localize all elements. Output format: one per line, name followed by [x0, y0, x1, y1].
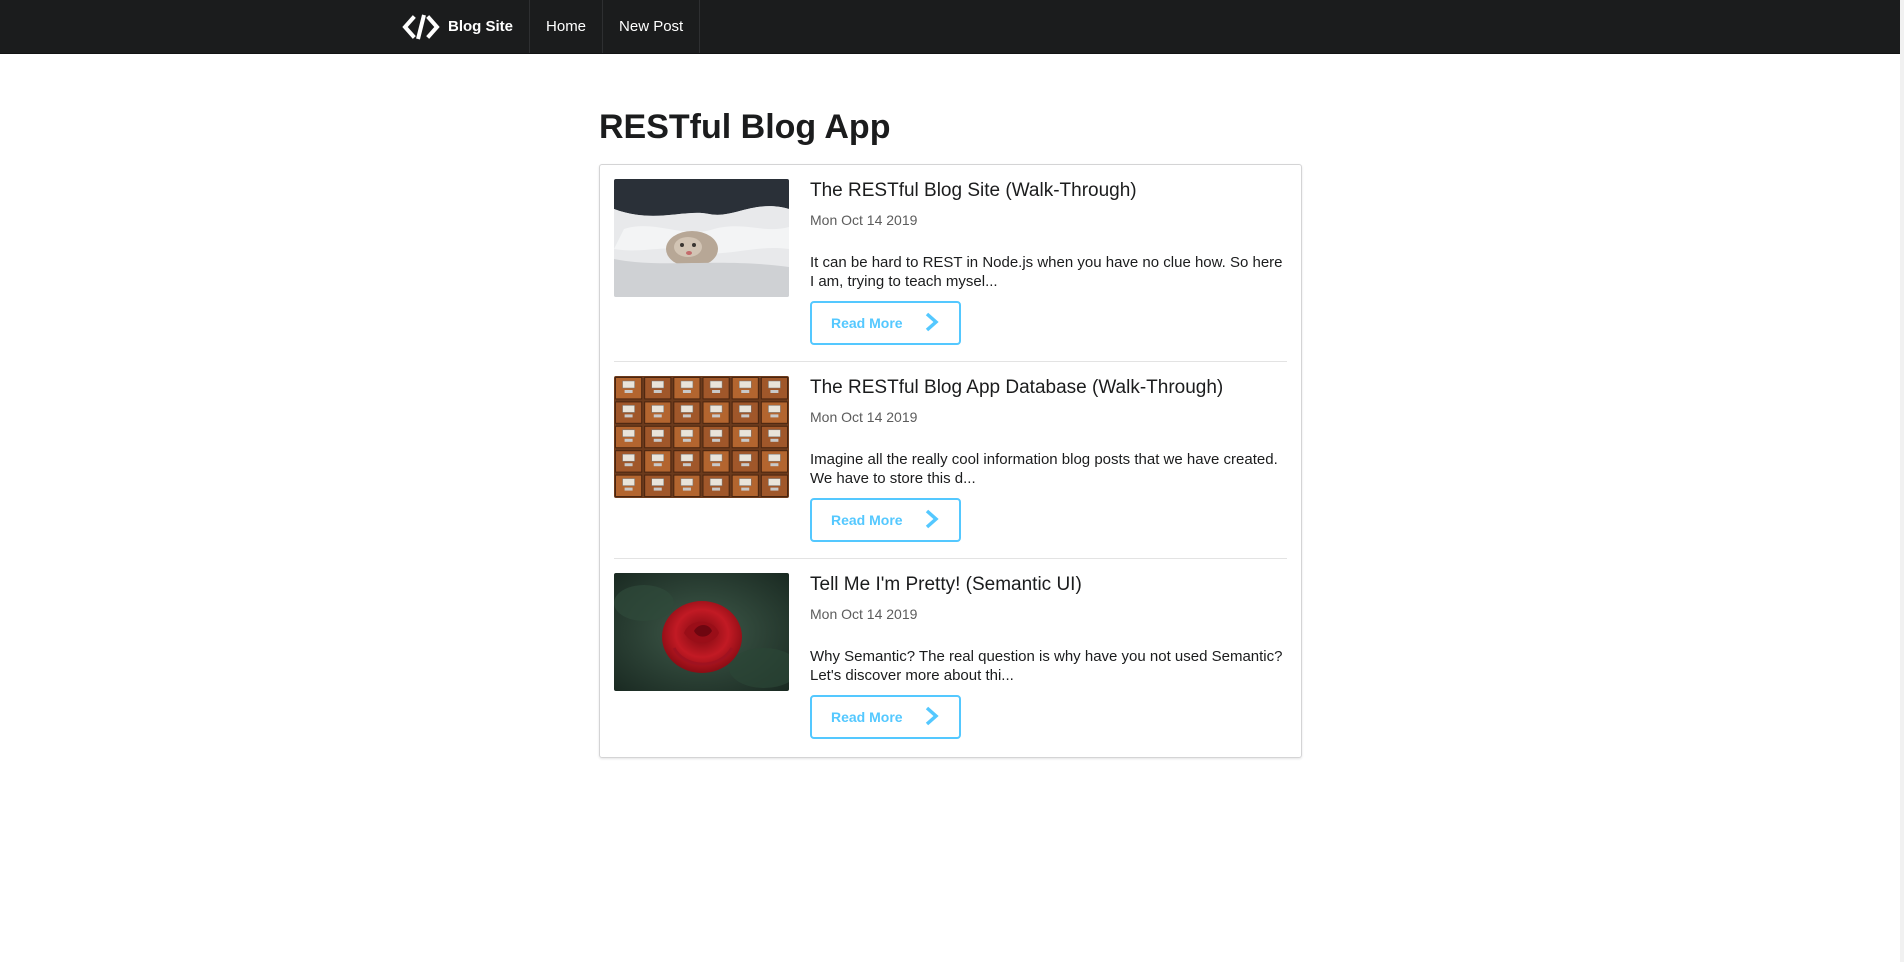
post-content: The RESTful Blog Site (Walk-Through) Mon…: [810, 179, 1287, 345]
post-excerpt: Imagine all the really cool information …: [810, 451, 1278, 487]
read-more-label: Read More: [831, 315, 903, 331]
post-item: Tell Me I'm Pretty! (Semantic UI) Mon Oc…: [614, 573, 1287, 753]
post-title[interactable]: Tell Me I'm Pretty! (Semantic UI): [810, 573, 1287, 597]
read-more-button[interactable]: Read More: [810, 301, 961, 345]
read-more-button[interactable]: Read More: [810, 695, 961, 739]
nav-home[interactable]: Home: [530, 0, 604, 53]
read-more-label: Read More: [831, 512, 903, 528]
post-image-drawers: [614, 376, 789, 498]
post-content: The RESTful Blog App Database (Walk-Thro…: [810, 376, 1287, 542]
posts-segment: The RESTful Blog Site (Walk-Through) Mon…: [599, 164, 1302, 758]
post-item: The RESTful Blog Site (Walk-Through) Mon…: [614, 179, 1287, 362]
page-title: RESTful Blog App: [599, 108, 891, 146]
nav-new-post[interactable]: New Post: [603, 0, 701, 53]
top-menu: Blog Site Home New Post: [0, 0, 1900, 54]
post-item: The RESTful Blog App Database (Walk-Thro…: [614, 376, 1287, 559]
read-more-button[interactable]: Read More: [810, 498, 961, 542]
post-date: Mon Oct 14 2019: [810, 212, 918, 228]
scrollbar[interactable]: [1900, 0, 1904, 962]
code-icon: [402, 14, 440, 39]
post-excerpt: It can be hard to REST in Node.js when y…: [810, 254, 1283, 290]
post-date: Mon Oct 14 2019: [810, 606, 918, 622]
brand-link[interactable]: Blog Site: [388, 0, 531, 53]
chevron-right-icon: [925, 706, 939, 726]
brand-label: Blog Site: [448, 18, 514, 35]
post-image-kitten: [614, 179, 789, 297]
read-more-label: Read More: [831, 709, 903, 725]
chevron-right-icon: [925, 509, 939, 529]
nav-container: Blog Site Home New Post: [388, 0, 701, 53]
post-title[interactable]: The RESTful Blog App Database (Walk-Thro…: [810, 376, 1287, 400]
post-content: Tell Me I'm Pretty! (Semantic UI) Mon Oc…: [810, 573, 1287, 739]
main-container: RESTful Blog App The RESTful Blog Site (…: [599, 104, 1302, 758]
post-title[interactable]: The RESTful Blog Site (Walk-Through): [810, 179, 1287, 203]
post-date: Mon Oct 14 2019: [810, 409, 918, 425]
chevron-right-icon: [925, 312, 939, 332]
post-image-rose: [614, 573, 789, 691]
post-excerpt: Why Semantic? The real question is why h…: [810, 648, 1283, 684]
